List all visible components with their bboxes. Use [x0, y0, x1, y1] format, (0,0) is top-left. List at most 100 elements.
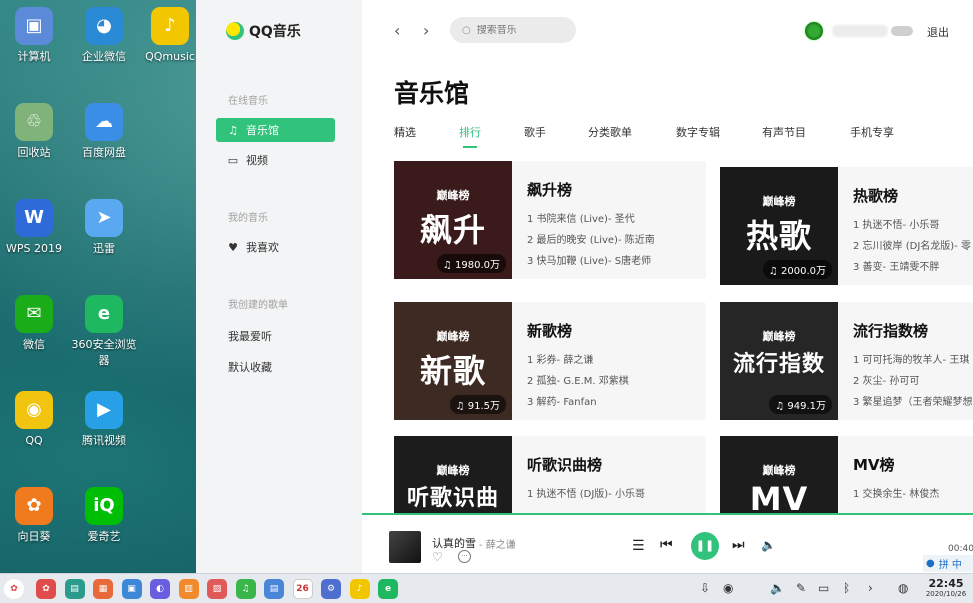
- track-item[interactable]: 1 彩券- 薛之谦: [527, 351, 593, 366]
- tab-5[interactable]: 有声节目: [762, 124, 806, 140]
- chevron-right-icon[interactable]: ›: [868, 581, 873, 595]
- desktop-icon[interactable]: ♲ 回收站: [0, 103, 68, 161]
- chart-title[interactable]: 听歌识曲榜: [527, 454, 602, 475]
- taskbar-app-icon[interactable]: ▨: [207, 579, 227, 599]
- sidebar-item-video[interactable]: ▭ 视频: [216, 148, 335, 172]
- track-item[interactable]: 1 交换余生- 林俊杰: [853, 485, 939, 500]
- start-menu-icon[interactable]: ✿: [4, 579, 24, 599]
- taskbar-app-icon[interactable]: ♫: [235, 579, 256, 599]
- tray-download-icon[interactable]: ⇩: [700, 581, 710, 595]
- battery-icon[interactable]: ▭: [818, 581, 829, 595]
- logout-button[interactable]: 退出: [927, 24, 949, 40]
- track-item[interactable]: 2 忘川彼岸 (DJ名龙版)- 零: [853, 237, 971, 252]
- vip-badge[interactable]: [891, 26, 913, 36]
- more-icon[interactable]: ···: [458, 550, 471, 563]
- pause-button[interactable]: ❚❚: [691, 532, 719, 560]
- chart-card[interactable]: 巅峰榜 听歌识曲 听歌识曲榜 1 执迷不悟 (DJ版)- 小乐哥: [394, 436, 706, 513]
- desktop-icon[interactable]: e 360安全浏览器: [70, 295, 138, 369]
- taskbar-app-icon[interactable]: 26: [292, 579, 313, 599]
- tab-4[interactable]: 数字专辑: [676, 124, 720, 140]
- next-icon[interactable]: ⏭: [732, 537, 745, 553]
- clock[interactable]: 22:45 2020/10/26: [925, 577, 967, 598]
- track-item[interactable]: 3 快马加鞭 (Live)- S唐老师: [527, 252, 651, 267]
- playlist-item[interactable]: 我最爱听: [228, 328, 272, 344]
- now-playing-title[interactable]: 认真的雪: [432, 535, 476, 551]
- chart-card[interactable]: 巅峰榜 热歌 ♫ 2000.0万 热歌榜 1 执迷不悟- 小乐哥 2 忘川彼岸 (DJ名龙…: [720, 167, 973, 285]
- sidebar-item-music-hall[interactable]: ♫ 音乐馆: [216, 118, 335, 142]
- track-item[interactable]: 3 解药- Fanfan: [527, 393, 597, 408]
- tab-0[interactable]: 精选: [394, 124, 416, 140]
- chart-card[interactable]: 巅峰榜 飙升 ♫ 1980.0万 飙升榜 1 书院来信 (Live)- 圣代 2 最后的晚…: [394, 161, 706, 279]
- track-item[interactable]: 1 书院来信 (Live)- 圣代: [527, 210, 635, 225]
- input-method-indicator[interactable]: ● 拼 中: [923, 555, 973, 572]
- taskbar-app-icon[interactable]: ♪: [349, 579, 370, 599]
- chart-title[interactable]: 热歌榜: [853, 185, 898, 206]
- tab-6[interactable]: 手机专享: [850, 124, 894, 140]
- chart-card[interactable]: 巅峰榜 MV MV榜 1 交换余生- 林俊杰: [720, 436, 973, 513]
- chart-title[interactable]: 流行指数榜: [853, 320, 928, 341]
- track-item[interactable]: 3 繁星追梦（王者荣耀梦想: [853, 393, 973, 408]
- desktop-icon[interactable]: ◉ QQ: [0, 391, 68, 449]
- track-item[interactable]: 3 善变- 王靖雯不胖: [853, 258, 939, 273]
- playlist-item[interactable]: 默认收藏: [228, 359, 272, 375]
- playlist-icon[interactable]: ☰: [632, 538, 645, 554]
- previous-icon[interactable]: ⏮: [660, 537, 673, 553]
- chart-cover[interactable]: 巅峰榜 听歌识曲: [394, 436, 512, 513]
- chart-title[interactable]: 飙升榜: [527, 179, 572, 200]
- volume-icon[interactable]: 🔈: [761, 538, 776, 552]
- now-playing-artist[interactable]: - 薛之谦: [479, 536, 516, 551]
- taskbar-app-icon[interactable]: ▦: [93, 579, 113, 599]
- back-button[interactable]: ‹: [394, 21, 400, 40]
- track-item[interactable]: 2 灰尘- 孙可可: [853, 372, 919, 387]
- pen-icon[interactable]: ✎: [796, 581, 806, 595]
- track-item[interactable]: 2 孤独- G.E.M. 邓紫棋: [527, 372, 629, 387]
- search-input[interactable]: [476, 24, 567, 36]
- chart-cover[interactable]: 巅峰榜 热歌 ♫ 2000.0万: [720, 167, 838, 285]
- desktop-icon[interactable]: ✿ 向日葵: [0, 487, 68, 545]
- desktop-icon[interactable]: ▣ 计算机: [0, 7, 68, 65]
- sidebar-item-favorites[interactable]: ♥ 我喜欢: [216, 235, 335, 259]
- taskbar-app-icon[interactable]: ▤: [264, 579, 284, 599]
- track-item[interactable]: 1 可可托海的牧羊人- 王琪: [853, 351, 969, 366]
- taskbar-app-icon[interactable]: ⚙: [321, 579, 341, 599]
- chart-cover[interactable]: 巅峰榜 流行指数 ♫ 949.1万: [720, 302, 838, 420]
- chart-card[interactable]: 巅峰榜 新歌 ♫ 91.5万 新歌榜 1 彩券- 薛之谦 2 孤独- G.E.M. 邓紫棋…: [394, 302, 706, 420]
- taskbar-app-icon[interactable]: ✿: [36, 579, 56, 599]
- taskbar-app-icon[interactable]: ▣: [121, 579, 142, 599]
- chart-title[interactable]: 新歌榜: [527, 320, 572, 341]
- taskbar-app-icon[interactable]: ▤: [64, 579, 85, 599]
- tray-qq-icon[interactable]: ◉: [723, 581, 733, 595]
- like-icon[interactable]: ♡: [432, 550, 443, 564]
- track-item[interactable]: 2 最后的晚安 (Live)- 陈近南: [527, 231, 655, 246]
- volume-tray-icon[interactable]: 🔈: [770, 581, 785, 595]
- chart-title[interactable]: MV榜: [853, 454, 895, 475]
- desktop-icon[interactable]: W WPS 2019: [0, 199, 68, 257]
- desktop-icon[interactable]: ◕ 企业微信: [70, 7, 138, 65]
- network-icon[interactable]: ◍: [898, 581, 908, 595]
- search-box[interactable]: ○: [450, 17, 576, 43]
- avatar[interactable]: [804, 21, 824, 41]
- chart-cover[interactable]: 巅峰榜 MV: [720, 436, 838, 513]
- chart-card[interactable]: 巅峰榜 流行指数 ♫ 949.1万 流行指数榜 1 可可托海的牧羊人- 王琪 2 灰尘- …: [720, 302, 973, 420]
- taskbar-app-icon[interactable]: ◐: [150, 579, 170, 599]
- desktop-icon[interactable]: ➤ 迅雷: [70, 199, 138, 257]
- bluetooth-icon[interactable]: ᛒ: [843, 581, 850, 595]
- chart-cover[interactable]: 巅峰榜 新歌 ♫ 91.5万: [394, 302, 512, 420]
- tab-1[interactable]: 排行: [459, 124, 481, 140]
- desktop-icon[interactable]: iQ 爱奇艺: [70, 487, 138, 545]
- tab-3[interactable]: 分类歌单: [588, 124, 632, 140]
- now-playing-cover[interactable]: [389, 531, 421, 563]
- track-item[interactable]: 1 执迷不悟- 小乐哥: [853, 216, 939, 231]
- heart-icon: ♥: [228, 240, 238, 254]
- desktop-icon[interactable]: ✉ 微信: [0, 295, 68, 353]
- tab-2[interactable]: 歌手: [524, 124, 546, 140]
- track-item[interactable]: 1 执迷不悟 (DJ版)- 小乐哥: [527, 485, 645, 500]
- chart-cover[interactable]: 巅峰榜 飙升 ♫ 1980.0万: [394, 161, 512, 279]
- desktop-icon[interactable]: ☁ 百度网盘: [70, 103, 138, 161]
- desktop-icon[interactable]: ▶ 腾讯视频: [70, 391, 138, 449]
- cover-big-text: 流行指数: [732, 352, 825, 377]
- taskbar-app-icon[interactable]: e: [378, 579, 398, 599]
- taskbar-app-icon[interactable]: ▥: [178, 579, 199, 599]
- desktop-icon[interactable]: ♪ QQmusic: [136, 7, 204, 65]
- forward-button[interactable]: ›: [423, 21, 429, 40]
